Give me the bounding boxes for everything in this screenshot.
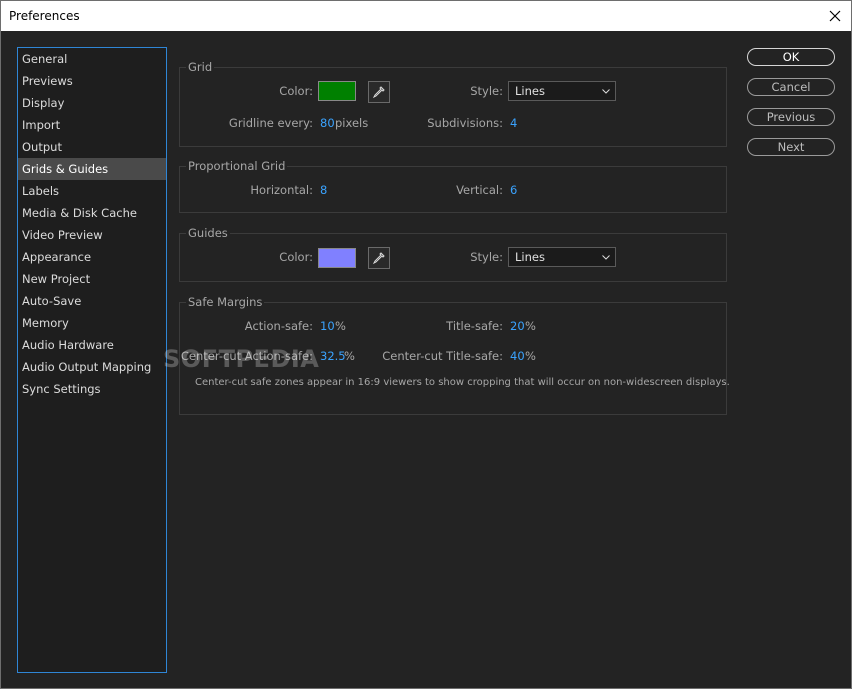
title-safe-value[interactable]: 20 (510, 319, 525, 333)
cancel-button[interactable]: Cancel (747, 78, 835, 96)
close-button[interactable] (819, 1, 851, 31)
gridline-label: Gridline every: (228, 116, 313, 130)
grid-group (179, 67, 727, 147)
gridline-value[interactable]: 80 (320, 116, 335, 130)
cc-title-safe-percent: % (525, 349, 536, 363)
safe-margins-title: Safe Margins (186, 295, 265, 309)
sidebar-item-media-disk-cache[interactable]: Media & Disk Cache (18, 202, 166, 224)
subdivisions-label: Subdivisions: (427, 116, 503, 130)
title-bar: Preferences (1, 1, 851, 31)
sidebar-item-audio-hardware[interactable]: Audio Hardware (18, 334, 166, 356)
sidebar-item-appearance[interactable]: Appearance (18, 246, 166, 268)
grid-color-swatch[interactable] (318, 81, 356, 101)
previous-button[interactable]: Previous (747, 108, 835, 126)
action-safe-value[interactable]: 10 (320, 319, 335, 333)
title-safe-percent: % (525, 319, 536, 333)
next-button[interactable]: Next (747, 138, 835, 156)
guides-style-label: Style: (470, 250, 503, 264)
sidebar-item-audio-output-mapping[interactable]: Audio Output Mapping (18, 356, 166, 378)
chevron-down-icon (601, 248, 611, 266)
guides-title: Guides (186, 226, 230, 240)
window-title: Preferences (9, 9, 80, 23)
cc-action-safe-value[interactable]: 32.5 (320, 349, 346, 363)
action-safe-label: Action-safe: (244, 319, 313, 333)
guides-style-dropdown[interactable]: Lines (508, 247, 616, 267)
horizontal-value[interactable]: 8 (320, 183, 327, 197)
grid-style-value: Lines (515, 84, 545, 98)
cc-title-safe-label: Center-cut Title-safe: (382, 349, 503, 363)
sidebar-item-video-preview[interactable]: Video Preview (18, 224, 166, 246)
sidebar-item-import[interactable]: Import (18, 114, 166, 136)
sidebar-item-grids-guides[interactable]: Grids & Guides (18, 158, 166, 180)
grid-eyedropper-button[interactable] (368, 81, 390, 103)
category-list[interactable]: General Previews Display Import Output G… (17, 47, 167, 673)
grid-style-label: Style: (470, 84, 503, 98)
center-cut-note: Center-cut safe zones appear in 16:9 vie… (195, 377, 730, 388)
sidebar-item-labels[interactable]: Labels (18, 180, 166, 202)
sidebar-item-new-project[interactable]: New Project (18, 268, 166, 290)
guides-color-swatch[interactable] (318, 248, 356, 268)
close-icon (829, 10, 841, 22)
proportional-grid-title: Proportional Grid (186, 159, 288, 173)
eyedropper-icon (372, 86, 385, 99)
horizontal-label: Horizontal: (250, 183, 313, 197)
guides-color-label: Color: (279, 250, 313, 264)
action-safe-percent: % (335, 319, 346, 333)
guides-style-value: Lines (515, 250, 545, 264)
grid-style-dropdown[interactable]: Lines (508, 81, 616, 101)
sidebar-item-display[interactable]: Display (18, 92, 166, 114)
sidebar-item-output[interactable]: Output (18, 136, 166, 158)
sidebar-item-general[interactable]: General (18, 48, 166, 70)
guides-eyedropper-button[interactable] (368, 247, 390, 269)
preferences-window: Preferences General Previews Display Imp… (0, 0, 852, 689)
ok-button[interactable]: OK (747, 48, 835, 66)
title-safe-label: Title-safe: (446, 319, 503, 333)
cc-title-safe-value[interactable]: 40 (510, 349, 525, 363)
eyedropper-icon (372, 252, 385, 265)
chevron-down-icon (601, 82, 611, 100)
gridline-unit: pixels (335, 116, 369, 130)
vertical-label: Vertical: (456, 183, 503, 197)
softpedia-watermark: SOFTPEDIA (163, 345, 320, 373)
cc-action-safe-percent: % (344, 349, 355, 363)
sidebar-item-auto-save[interactable]: Auto-Save (18, 290, 166, 312)
grid-color-label: Color: (279, 84, 313, 98)
subdivisions-value[interactable]: 4 (510, 116, 517, 130)
sidebar-item-memory[interactable]: Memory (18, 312, 166, 334)
vertical-value[interactable]: 6 (510, 183, 517, 197)
sidebar-item-sync-settings[interactable]: Sync Settings (18, 378, 166, 400)
grid-group-title: Grid (186, 60, 215, 74)
sidebar-item-previews[interactable]: Previews (18, 70, 166, 92)
